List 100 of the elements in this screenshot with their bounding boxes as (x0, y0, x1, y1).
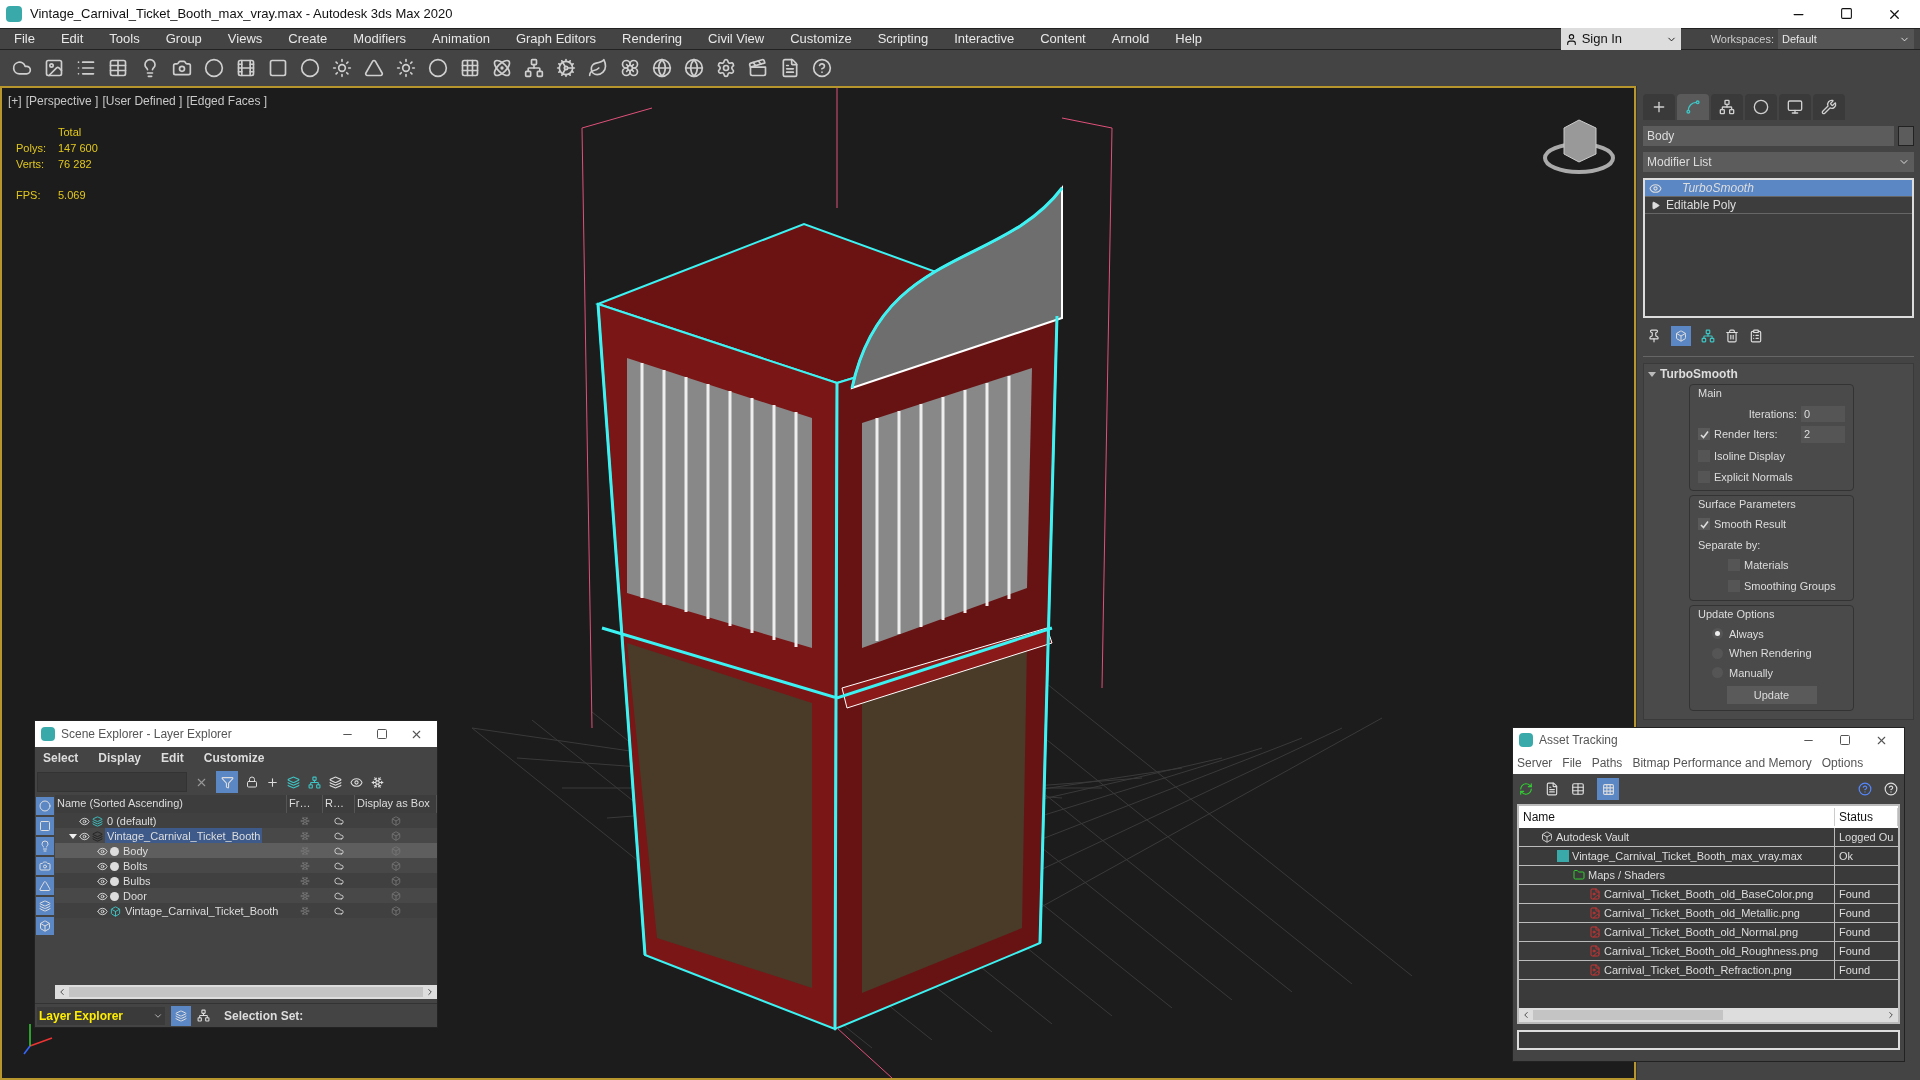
checkbox[interactable] (1698, 518, 1710, 531)
layers-icon[interactable] (329, 775, 342, 789)
eye-icon[interactable] (97, 875, 108, 887)
column-header[interactable]: Name (1519, 808, 1835, 826)
table-icon[interactable] (1571, 782, 1585, 796)
eye-icon[interactable] (350, 775, 363, 789)
asset-name[interactable]: Carnival_Ticket_Booth_old_Roughness.png (1604, 942, 1819, 960)
document-icon[interactable] (780, 58, 800, 78)
flower-icon[interactable] (620, 58, 640, 78)
sun-icon[interactable] (396, 58, 416, 78)
menu-item[interactable]: Display (98, 749, 142, 767)
tree-row[interactable]: Door (55, 888, 437, 903)
filter-button[interactable] (36, 917, 54, 935)
snowflake-icon[interactable] (371, 775, 384, 789)
square-icon[interactable] (268, 58, 288, 78)
scroll-right-icon[interactable] (425, 987, 435, 997)
menu-item[interactable]: Create (288, 29, 328, 49)
eye-icon[interactable] (97, 860, 108, 872)
filter-button[interactable] (36, 897, 54, 915)
menu-item[interactable]: File (14, 29, 35, 49)
trash-icon[interactable] (1725, 329, 1739, 343)
menu-item[interactable]: Help (1175, 29, 1203, 49)
viewport-label[interactable]: [User Defined ] (102, 92, 183, 110)
menu-item[interactable]: Rendering (622, 29, 683, 49)
rollout-header[interactable]: TurboSmooth (1644, 364, 1742, 384)
menu-item[interactable]: Server (1517, 754, 1553, 772)
tree-row[interactable]: Bolts (55, 858, 437, 873)
expand-icon[interactable] (1651, 200, 1660, 210)
camera-icon[interactable] (172, 58, 192, 78)
eye-icon[interactable] (97, 845, 108, 857)
menu-item[interactable]: Customize (790, 29, 852, 49)
scroll-right-icon[interactable] (1886, 1010, 1896, 1020)
sign-in-dropdown[interactable]: Sign In (1560, 28, 1681, 50)
scrollbar-thumb[interactable] (69, 987, 423, 997)
asset-name[interactable]: Carnival_Ticket_Booth_old_Metallic.png (1604, 904, 1800, 922)
viewport-label[interactable]: [Edged Faces ] (186, 92, 268, 110)
layers-icon[interactable] (287, 775, 300, 789)
asset-name[interactable]: Carnival_Ticket_Booth_Refraction.png (1604, 961, 1792, 979)
maximize-icon[interactable] (1839, 733, 1851, 746)
tree-row[interactable]: 0 (default) (55, 813, 437, 828)
leaf-icon[interactable] (588, 58, 608, 78)
expand-toggle[interactable] (69, 833, 77, 839)
workspaces-dropdown[interactable]: Default (1778, 29, 1914, 49)
hierarchy-icon[interactable] (197, 1009, 210, 1022)
update-button[interactable]: Update (1726, 686, 1817, 704)
menu-item[interactable]: Edit (161, 749, 184, 767)
image-icon[interactable] (44, 58, 64, 78)
layer-mode-button[interactable] (171, 1005, 191, 1026)
cog-icon[interactable] (556, 58, 576, 78)
stack-item[interactable]: Editable Poly (1645, 197, 1912, 214)
help-icon[interactable] (1858, 782, 1872, 796)
settings-icon[interactable] (716, 58, 736, 78)
maximize-icon[interactable] (376, 727, 388, 740)
scroll-left-icon[interactable] (1521, 1010, 1531, 1020)
document-icon[interactable] (1545, 782, 1559, 796)
panel-tab[interactable] (1813, 94, 1845, 120)
modifier-list-dropdown[interactable]: Modifier List (1643, 152, 1914, 172)
tree-row[interactable]: Vintage_Carnival_Ticket_Booth (55, 828, 437, 843)
tree-row[interactable]: Body (55, 843, 437, 858)
menu-item[interactable]: File (1562, 754, 1582, 772)
lock-icon[interactable] (246, 776, 258, 788)
menu-item[interactable]: Group (165, 29, 202, 49)
asset-name[interactable]: Vintage_Carnival_Ticket_Booth_max_vray.max (1572, 847, 1803, 865)
menu-item[interactable]: Paths (1591, 754, 1623, 772)
menu-item[interactable]: Views (227, 29, 263, 49)
radio-button[interactable] (1712, 628, 1723, 640)
view-cube-icon[interactable] (1543, 119, 1615, 174)
menu-item[interactable]: Modifiers (353, 29, 407, 49)
plus-icon[interactable] (266, 775, 279, 789)
menu-item[interactable]: Content (1040, 29, 1086, 49)
eye-icon[interactable] (79, 815, 90, 827)
color-swatch[interactable] (1898, 126, 1914, 146)
refresh-icon[interactable] (1519, 782, 1533, 796)
viewport-label[interactable]: [+] (8, 92, 22, 110)
menu-item[interactable]: Edit (60, 29, 84, 49)
grid-icon[interactable] (460, 58, 480, 78)
menu-item[interactable]: Interactive (954, 29, 1015, 49)
menu-item[interactable]: Select (43, 749, 79, 767)
panel-tab[interactable] (1643, 94, 1675, 120)
pin-icon[interactable] (1647, 329, 1661, 343)
filter-button[interactable] (36, 877, 54, 895)
globe-icon[interactable] (652, 58, 672, 78)
clapperboard-icon[interactable] (748, 58, 768, 78)
column-header[interactable]: Status (1835, 808, 1898, 826)
configure-icon[interactable] (1749, 329, 1763, 343)
tree-row[interactable]: Vintage_Carnival_Ticket_Booth (55, 903, 437, 918)
film-icon[interactable] (236, 58, 256, 78)
list-icon[interactable] (76, 58, 96, 78)
maximize-icon[interactable] (1840, 6, 1853, 20)
menu-item[interactable]: Graph Editors (515, 29, 597, 49)
menu-item[interactable]: Tools (109, 29, 140, 49)
asset-name[interactable]: Maps / Shaders (1588, 866, 1666, 884)
network-icon[interactable] (524, 58, 544, 78)
filter-button[interactable] (216, 771, 238, 793)
menu-item[interactable]: Scripting (877, 29, 929, 49)
grid-view-button[interactable] (1597, 778, 1619, 800)
cloud-icon[interactable] (12, 58, 32, 78)
menu-item[interactable]: Civil View (708, 29, 765, 49)
panel-tab[interactable] (1779, 94, 1811, 120)
asset-name[interactable]: Autodesk Vault (1556, 828, 1630, 846)
